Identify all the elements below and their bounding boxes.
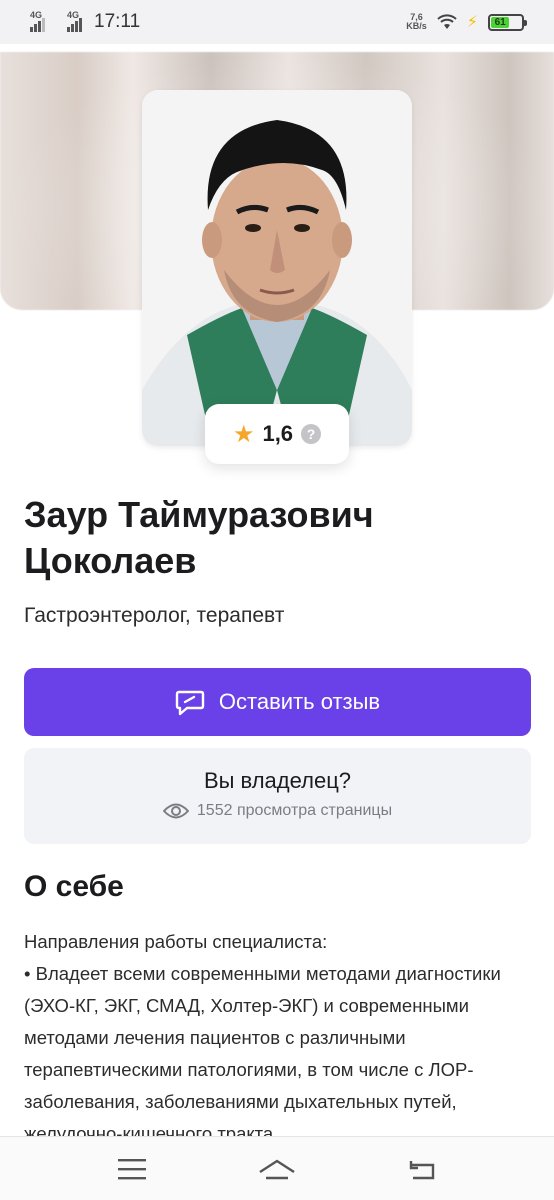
doctor-photo[interactable] (142, 90, 412, 446)
rating-badge[interactable]: ★ 1,6 ? (205, 404, 349, 464)
home-button[interactable] (247, 1149, 307, 1189)
back-button[interactable] (392, 1149, 452, 1189)
leave-review-button[interactable]: Оставить отзыв (24, 668, 531, 736)
status-time: 17:11 (94, 11, 141, 32)
doctor-portrait-icon (142, 90, 412, 446)
help-icon[interactable]: ? (301, 424, 322, 444)
network-speed: 7,6 KB/s (406, 13, 427, 31)
star-icon: ★ (232, 420, 255, 448)
about-line: Направления работы специалиста: (24, 931, 328, 952)
about-title: О себе (24, 870, 124, 903)
network-type-2: 4G (67, 10, 80, 20)
signal-1-icon: 4G (30, 10, 45, 32)
back-icon (409, 1160, 434, 1179)
network-type-1: 4G (30, 10, 43, 20)
menu-icon (118, 1158, 147, 1179)
doctor-specialty: Гастроэнтеролог, терапевт (24, 604, 285, 627)
views-text: 1552 просмотра страницы (196, 802, 393, 819)
status-left: 4G 4G 17:11 (30, 10, 141, 33)
rating-value: 1,6 (262, 421, 294, 446)
chat-bubble-icon (175, 690, 205, 716)
signal-2-icon: 4G (67, 10, 82, 32)
owner-title[interactable]: Вы владелец? (24, 748, 531, 794)
menu-button[interactable] (102, 1149, 162, 1189)
home-icon (259, 1159, 295, 1179)
charging-icon: ⚡ (466, 14, 478, 31)
page-views: 1552 просмотра страницы (24, 802, 531, 820)
status-right: 7,6 KB/s ⚡ 61 (406, 12, 527, 32)
owner-box[interactable]: Вы владелец? 1552 просмотра страницы (24, 748, 531, 844)
wifi-icon (437, 14, 457, 29)
about-text: Направления работы специалиста: • Владее… (24, 926, 534, 1150)
doctor-name: Заур Таймуразович Цоколаев (24, 494, 374, 581)
system-nav-bar (0, 1136, 554, 1200)
status-bar: 4G 4G 17:11 7,6 KB/s ⚡ 61 (0, 0, 554, 44)
leave-review-label: Оставить отзыв (218, 689, 381, 714)
eye-icon (162, 803, 189, 819)
about-line: • Владеет всеми современными методами ди… (24, 963, 501, 1144)
battery-level: 61 (491, 16, 510, 28)
battery-icon: 61 (488, 13, 527, 31)
net-speed-unit: KB/s (406, 21, 427, 31)
